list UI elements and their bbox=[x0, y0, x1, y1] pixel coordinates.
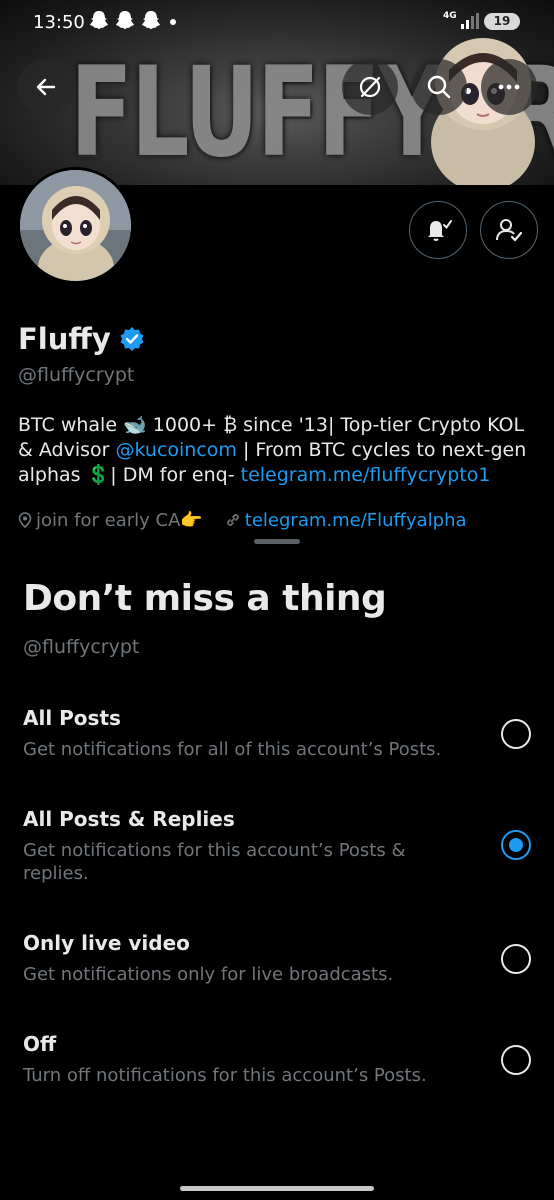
website[interactable]: telegram.me/Fluffyalpha bbox=[225, 510, 467, 532]
network-type: 4G bbox=[443, 11, 457, 21]
verified-badge-icon[interactable] bbox=[119, 326, 145, 352]
avatar-image bbox=[20, 170, 131, 281]
option-description: Get notifications for all of this accoun… bbox=[23, 739, 442, 760]
snapchat-icon bbox=[90, 11, 108, 29]
notification-bell-button[interactable] bbox=[409, 201, 467, 259]
radio-button[interactable] bbox=[501, 719, 531, 749]
sheet-title: Don’t miss a thing bbox=[23, 578, 387, 619]
option-description: Get notifications for this account’s Pos… bbox=[23, 840, 406, 884]
radio-button[interactable] bbox=[501, 1045, 531, 1075]
link-icon bbox=[226, 514, 239, 526]
profile-meta: join for early CA👉 telegram.me/Fluffyalp… bbox=[18, 510, 548, 532]
more-button[interactable] bbox=[481, 59, 537, 115]
location-pin-icon bbox=[18, 512, 32, 529]
bio-mention-link[interactable]: @kucoincom bbox=[115, 439, 236, 461]
avatar[interactable] bbox=[17, 167, 134, 284]
option-description: Turn off notifications for this account’… bbox=[23, 1065, 427, 1086]
display-name: Fluffy bbox=[18, 322, 111, 356]
option-title: All Posts bbox=[23, 706, 121, 730]
option-title: All Posts & Replies bbox=[23, 807, 235, 831]
sheet-subtitle: @fluffycrypt bbox=[23, 636, 140, 658]
profile-bio: BTC whale 🐋 1000+ ₿ since '13| Top-tier … bbox=[18, 413, 538, 488]
more-horizontal-icon bbox=[498, 84, 520, 90]
option-off[interactable]: Off Turn off notifications for this acco… bbox=[0, 1032, 554, 1122]
back-button[interactable] bbox=[18, 59, 74, 115]
home-indicator[interactable] bbox=[180, 1186, 374, 1191]
bell-check-icon bbox=[428, 220, 452, 241]
option-only-live-video[interactable]: Only live video Get notifications only f… bbox=[0, 931, 554, 1021]
notification-settings-sheet: Don’t miss a thing @fluffycrypt All Post… bbox=[0, 530, 554, 1200]
snapchat-icon bbox=[142, 11, 160, 29]
profile-name-row: Fluffy bbox=[18, 322, 145, 356]
search-icon bbox=[427, 75, 451, 99]
slash-circle-icon bbox=[359, 76, 381, 98]
status-bar: 13:50 4G 19 bbox=[0, 0, 554, 44]
user-check-icon bbox=[496, 219, 523, 242]
following-button[interactable] bbox=[480, 201, 538, 259]
location-text: join for early CA👉 bbox=[36, 510, 203, 531]
option-title: Off bbox=[23, 1032, 57, 1056]
option-all-posts[interactable]: All Posts Get notifications for all of t… bbox=[0, 706, 554, 796]
radio-button[interactable] bbox=[501, 944, 531, 974]
more-notifications-dot bbox=[170, 19, 176, 25]
grok-button[interactable] bbox=[342, 59, 398, 115]
snapchat-icon bbox=[116, 11, 134, 29]
website-link[interactable]: telegram.me/Fluffyalpha bbox=[245, 510, 467, 531]
notification-icons bbox=[88, 9, 162, 31]
status-time: 13:50 bbox=[33, 12, 85, 33]
sheet-drag-handle[interactable] bbox=[254, 539, 300, 544]
option-all-posts-and-replies[interactable]: All Posts & Replies Get notifications fo… bbox=[0, 807, 554, 897]
search-button[interactable] bbox=[411, 59, 467, 115]
option-description: Get notifications only for live broadcas… bbox=[23, 964, 394, 985]
profile-handle: @fluffycrypt bbox=[18, 364, 135, 386]
signal-icon bbox=[461, 13, 479, 29]
bio-telegram-link[interactable]: telegram.me/fluffycrypto1 bbox=[241, 464, 491, 486]
location: join for early CA👉 bbox=[18, 510, 203, 532]
radio-button-selected[interactable] bbox=[501, 830, 531, 860]
arrow-left-icon bbox=[36, 78, 56, 96]
battery-indicator: 19 bbox=[484, 13, 520, 30]
option-title: Only live video bbox=[23, 931, 190, 955]
